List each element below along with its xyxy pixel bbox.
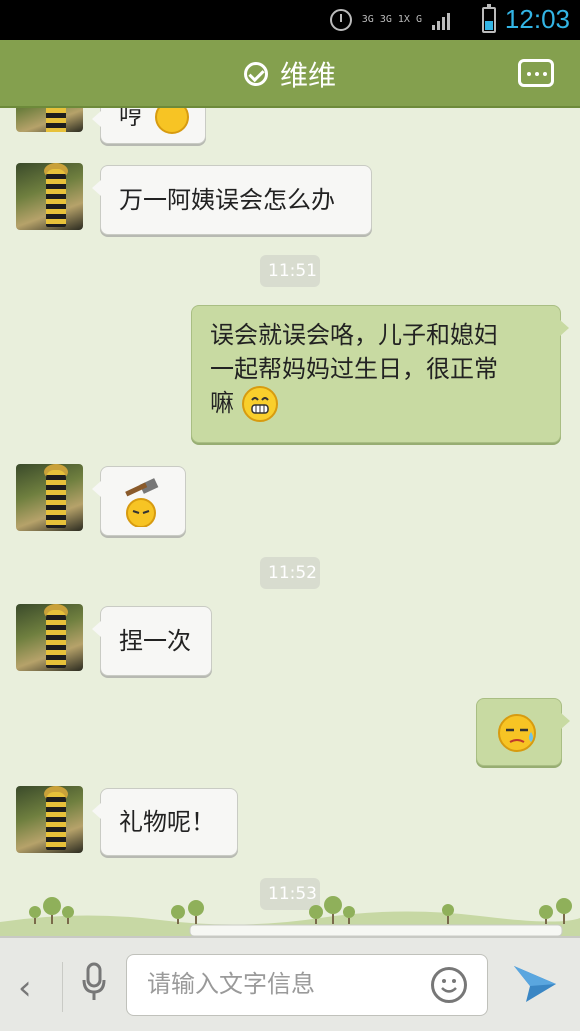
incoming-sticker-message[interactable] — [92, 466, 186, 536]
message-text: 万一阿姨误会怎么办 — [119, 186, 335, 214]
message-line: 嘛 — [210, 389, 234, 417]
hammer-smack-emoji — [125, 478, 159, 527]
grin-emoji — [241, 386, 278, 422]
message-text: 捏一次 — [119, 627, 191, 655]
status-icons: 3G 3G 1X G — [329, 8, 450, 32]
incoming-message[interactable]: 礼物呢！ — [92, 788, 238, 856]
verified-icon — [243, 62, 268, 86]
chat-title-overlay: 维维 — [279, 59, 336, 92]
contact-avatar[interactable] — [16, 604, 83, 671]
message-line-last: 嘛 — [210, 386, 560, 422]
contact-avatar[interactable] — [16, 464, 83, 531]
contact-avatar[interactable] — [16, 163, 83, 230]
battery-icon — [482, 4, 496, 33]
message-input[interactable] — [127, 955, 407, 1013]
alarm-icon — [329, 9, 352, 31]
microphone-icon[interactable] — [82, 962, 106, 1002]
message-text: 礼物呢！ — [119, 808, 215, 836]
more-options-icon[interactable] — [518, 59, 554, 87]
incoming-message[interactable]: 捏一次 — [92, 606, 212, 676]
outgoing-message[interactable]: 误会就误会咯，儿子和媳妇 一起帮妈妈过生日，很正常 嘛 — [191, 305, 569, 443]
message-line: 误会就误会咯，儿子和媳妇 — [210, 321, 498, 349]
status-time: 12:03 — [504, 4, 570, 34]
signal-icon — [432, 10, 450, 30]
contact-avatar[interactable] — [16, 786, 83, 853]
status-bar: 3G 3G 1X G 12:03 — [0, 0, 580, 40]
sweat-emoji — [498, 714, 536, 752]
back-chevron-icon[interactable]: ‹ — [18, 968, 32, 1008]
chat-title-wrap-overlay: 维维 — [0, 54, 580, 94]
header-overlay: 维维 — [0, 40, 580, 108]
divider — [62, 962, 63, 1012]
outgoing-sticker-message[interactable] — [476, 698, 570, 766]
background-scenery — [0, 896, 580, 936]
network-icon: 3G 3G 1X G — [361, 14, 422, 25]
timestamp: 11:51 — [260, 255, 320, 287]
input-bar: ‹ — [0, 936, 580, 1031]
send-icon[interactable] — [512, 962, 558, 1004]
message-line: 一起帮妈妈过生日，很正常 — [210, 355, 498, 383]
message-input-box[interactable] — [126, 954, 488, 1016]
timestamp: 11:52 — [260, 557, 320, 589]
smiley-icon[interactable] — [431, 967, 467, 1003]
incoming-message[interactable]: 万一阿姨误会怎么办 — [92, 165, 372, 235]
